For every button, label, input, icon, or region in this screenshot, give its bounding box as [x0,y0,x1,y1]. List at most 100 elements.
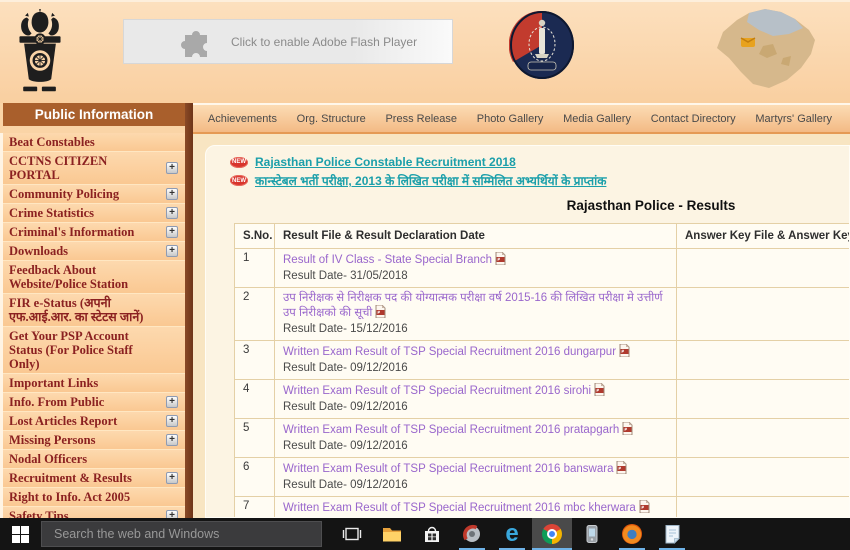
expand-plus-icon[interactable]: + [166,188,178,200]
result-date: Result Date- 09/12/2016 [283,400,668,414]
row-result-cell: उप निरीक्षक से निरीक्षक पद की योग्यात्मक… [275,288,677,341]
table-row: 3 Written Exam Result of TSP Special Rec… [235,341,850,380]
nav-item[interactable]: Photo Gallery [477,113,544,125]
sidebar-item-label: Feedback About Website/Police Station [9,263,159,291]
file-explorer-button[interactable] [372,518,412,550]
result-date: Result Date- 09/12/2016 [283,478,668,492]
search-input[interactable] [42,527,321,541]
nav-item[interactable]: Contact Directory [651,113,736,125]
task-view-icon [342,526,362,542]
sidebar-item[interactable]: Lost Articles Report + [3,412,185,431]
result-date: Result Date- 09/12/2016 [283,439,668,453]
flash-player-notice[interactable]: Click to enable Adobe Flash Player [123,19,453,64]
results-panel: NEW Rajasthan Police Constable Recruitme… [205,145,850,518]
result-file-link[interactable]: Written Exam Result of TSP Special Recru… [283,502,636,514]
ccleaner-icon [462,524,482,544]
row-sno: 6 [235,458,275,497]
file-explorer-icon [382,525,402,543]
edge-button[interactable]: e [492,518,532,550]
sidebar-item[interactable]: Beat Constables + [3,133,185,152]
sidebar-item-label: Community Policing [9,187,119,201]
task-view-button[interactable] [332,518,372,550]
sidebar-item[interactable]: Feedback About Website/Police Station + [3,261,185,294]
nav-item[interactable]: Org. Structure [297,113,366,125]
sidebar-item-label: Info. From Public [9,395,104,409]
result-file-link[interactable]: उप निरीक्षक से निरीक्षक पद की योग्यात्मक… [283,292,663,319]
expand-plus-icon[interactable]: + [166,396,178,408]
row-sno: 2 [235,288,275,341]
sidebar-item[interactable]: Important Links + [3,374,185,393]
device-app-icon [583,524,601,544]
pdf-icon[interactable] [495,252,506,268]
windows-taskbar: e [0,518,850,550]
col-answer-key: Answer Key File & Answer Key Date [677,224,850,249]
sidebar-item[interactable]: Nodal Officers + [3,450,185,469]
nav-item[interactable]: Achievements [208,113,277,125]
firefox-button[interactable] [612,518,652,550]
firefox-icon [622,524,642,544]
taskbar-search [41,521,322,547]
pdf-icon[interactable] [639,500,650,516]
expand-plus-icon[interactable]: + [166,207,178,219]
sidebar-item[interactable]: Missing Persons + [3,431,185,450]
pdf-icon[interactable] [594,383,605,399]
row-answer-cell [677,341,850,380]
expand-plus-icon[interactable]: + [166,434,178,446]
table-row: 4 Written Exam Result of TSP Special Rec… [235,380,850,419]
store-button[interactable] [412,518,452,550]
sidebar-item[interactable]: CCTNS CITIZEN PORTAL + [3,152,185,185]
nav-item[interactable]: Press Release [385,113,457,125]
result-file-link[interactable]: Written Exam Result of TSP Special Recru… [283,424,619,436]
sidebar-item-label: Downloads [9,244,68,258]
row-sno: 7 [235,497,275,519]
sidebar-item-label: Get Your PSP Account Status (For Police … [9,329,159,371]
sidebar-item[interactable]: Info. From Public + [3,393,185,412]
result-date: Result Date- 31/05/2018 [283,269,668,283]
result-file-link[interactable]: Written Exam Result of TSP Special Recru… [283,346,616,358]
row-result-cell: Written Exam Result of TSP Special Recru… [275,497,677,519]
sidebar-item[interactable]: Get Your PSP Account Status (For Police … [3,327,185,374]
announcements: NEW Rajasthan Police Constable Recruitme… [230,155,849,189]
chrome-button[interactable] [532,518,572,550]
start-button[interactable] [0,518,40,550]
sidebar-item[interactable]: Downloads + [3,242,185,261]
table-row: 1 Result of IV Class - State Special Bra… [235,249,850,288]
nav-item[interactable]: Media Gallery [563,113,631,125]
content-area: NEW Rajasthan Police Constable Recruitme… [193,134,850,518]
table-row: 5 Written Exam Result of TSP Special Rec… [235,419,850,458]
expand-plus-icon[interactable]: + [166,226,178,238]
row-result-cell: Written Exam Result of TSP Special Recru… [275,341,677,380]
sidebar-item[interactable]: Criminal's Information + [3,223,185,242]
sidebar-item-label: Lost Articles Report [9,414,117,428]
pdf-icon[interactable] [616,461,627,477]
row-answer-cell [677,458,850,497]
row-sno: 3 [235,341,275,380]
expand-plus-icon[interactable]: + [166,245,178,257]
expand-plus-icon[interactable]: + [166,415,178,427]
sidebar-item-label: Criminal's Information [9,225,134,239]
pdf-icon[interactable] [619,344,630,360]
flash-notice-text: Click to enable Adobe Flash Player [231,35,417,49]
pdf-icon[interactable] [375,305,386,321]
result-file-link[interactable]: Result of IV Class - State Special Branc… [283,254,492,266]
expand-plus-icon[interactable]: + [166,162,178,174]
sidebar-item[interactable]: Crime Statistics + [3,204,185,223]
pdf-icon[interactable] [622,422,633,438]
result-file-link[interactable]: Written Exam Result of TSP Special Recru… [283,385,591,397]
sidebar-item[interactable]: FIR e-Status (अपनी एफ.आई.आर. का स्टेटस ज… [3,294,185,327]
row-result-cell: Written Exam Result of TSP Special Recru… [275,458,677,497]
sidebar-item[interactable]: Right to Info. Act 2005 + [3,488,185,507]
table-row: 7 Written Exam Result of TSP Special Rec… [235,497,850,519]
ccleaner-button[interactable] [452,518,492,550]
device-app-button[interactable] [572,518,612,550]
sidebar-item[interactable]: Community Policing + [3,185,185,204]
result-file-link[interactable]: Written Exam Result of TSP Special Recru… [283,463,613,475]
notepad-button[interactable] [652,518,692,550]
nav-item[interactable]: Martyrs' Gallery [755,113,832,125]
result-date: Result Date- 15/12/2016 [283,322,668,336]
expand-plus-icon[interactable]: + [166,472,178,484]
table-body: 1 Result of IV Class - State Special Bra… [235,249,850,519]
announcement-link[interactable]: Rajasthan Police Constable Recruitment 2… [255,155,516,169]
announcement-link[interactable]: कान्स्टेबल भर्ती परीक्षा, 2013 के लिखित … [255,172,606,189]
sidebar-item[interactable]: Recruitment & Results + [3,469,185,488]
